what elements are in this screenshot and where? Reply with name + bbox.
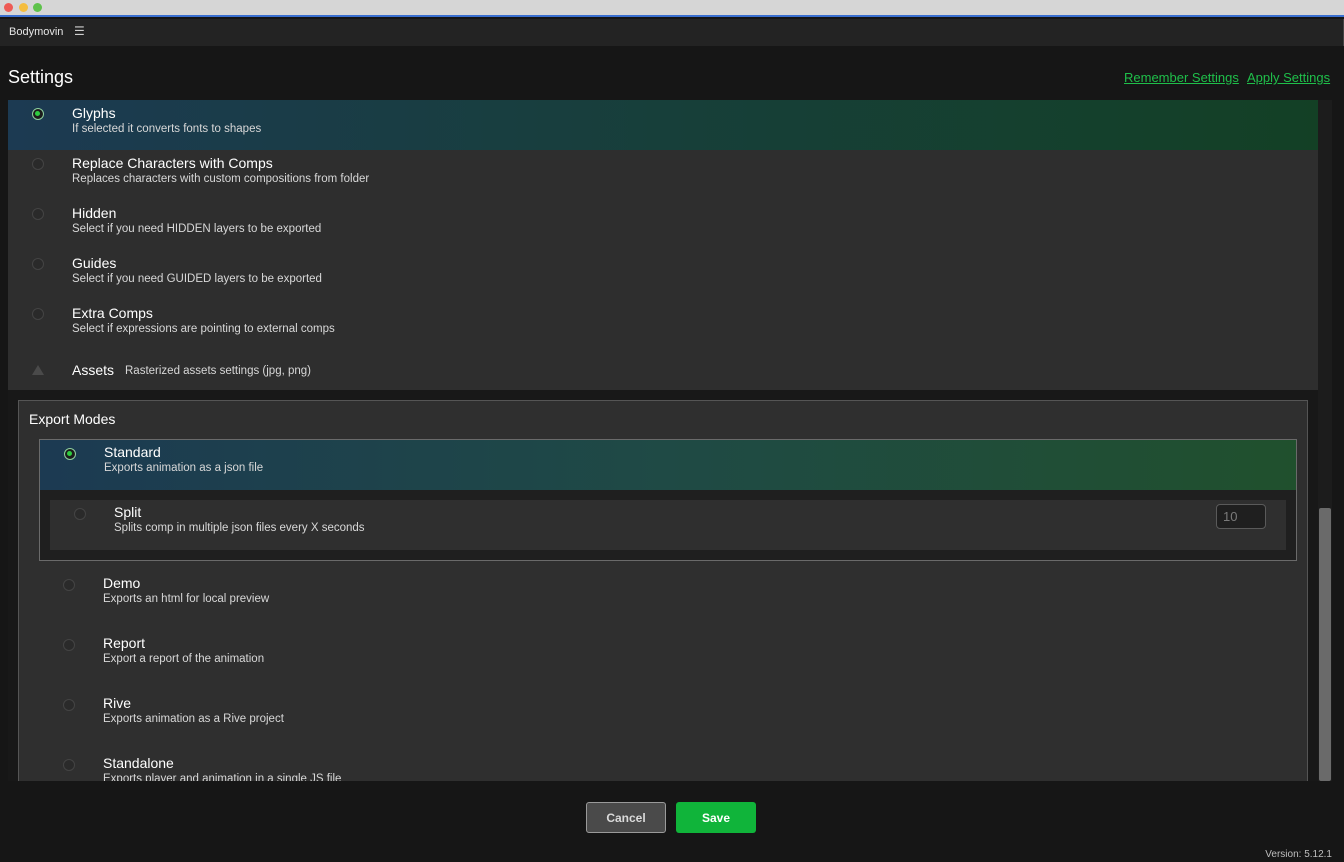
apply-settings-link[interactable]: Apply Settings [1247,70,1330,85]
mode-standard[interactable]: Standard Exports animation as a json fil… [40,440,1296,490]
radio-button[interactable] [63,759,75,771]
mode-standalone[interactable]: Standalone Exports player and animation … [49,751,1289,781]
mode-title: Standard [104,444,161,460]
export-modes-heading: Export Modes [29,411,116,427]
option-description: Replaces characters with custom composit… [72,173,370,185]
option-description: Select if you need GUIDED layers to be e… [72,273,322,285]
option-extra-comps[interactable]: Extra Comps Select if expressions are po… [8,300,1318,350]
mode-title: Demo [103,575,141,591]
assets-section-toggle[interactable]: Assets Rasterized assets settings (jpg, … [8,350,1318,390]
option-description: Select if expressions are pointing to ex… [72,323,335,335]
mode-title: Split [114,504,142,520]
radio-button[interactable] [32,258,44,270]
option-title: Hidden [72,205,117,221]
mode-description: Export a report of the animation [103,653,265,665]
mode-description: Exports animation as a Rive project [103,713,284,725]
mode-description: Exports player and animation in a single… [103,773,342,781]
option-guides[interactable]: Guides Select if you need GUIDED layers … [8,250,1318,300]
mode-description: Exports an html for local preview [103,593,270,605]
radio-button[interactable] [63,699,75,711]
radio-button[interactable] [63,579,75,591]
footer: Cancel Save Version: 5.12.1 [0,781,1344,862]
assets-description: Rasterized assets settings (jpg, png) [125,365,312,377]
scrollbar-thumb[interactable] [1319,508,1331,781]
option-title: Guides [72,255,117,271]
option-hidden[interactable]: Hidden Select if you need HIDDEN layers … [8,200,1318,250]
option-title: Extra Comps [72,305,153,321]
mode-title: Rive [103,695,132,711]
option-glyphs[interactable]: Glyphs If selected it converts fonts to … [8,100,1318,150]
radio-button[interactable] [64,448,76,460]
assets-title: Assets [72,362,115,378]
cancel-button[interactable]: Cancel [586,802,666,833]
mode-rive[interactable]: Rive Exports animation as a Rive project [49,691,1289,741]
settings-scroll-area[interactable]: Glyphs If selected it converts fonts to … [8,100,1318,781]
version-label: Version: 5.12.1 [1265,849,1332,860]
export-modes-panel: Export Modes Standard Exports animation … [18,400,1308,781]
option-description: If selected it converts fonts to shapes [72,123,262,135]
mode-title: Standalone [103,755,174,771]
maximize-window-button[interactable] [33,3,42,12]
split-seconds-input[interactable] [1216,504,1266,529]
mode-description: Splits comp in multiple json files every… [114,522,365,534]
option-title: Replace Characters with Comps [72,155,273,171]
radio-button[interactable] [32,158,44,170]
page-title: Settings [8,67,74,87]
standard-mode-group: Standard Exports animation as a json fil… [39,439,1297,561]
option-replace-characters[interactable]: Replace Characters with Comps Replaces c… [8,150,1318,200]
radio-button[interactable] [32,208,44,220]
panel-title: Bodymovin [9,26,64,38]
close-window-button[interactable] [4,3,13,12]
expand-triangle-icon[interactable] [32,365,44,375]
radio-button[interactable] [32,308,44,320]
remember-settings-link[interactable]: Remember Settings [1124,70,1239,85]
option-title: Glyphs [72,105,116,121]
mode-report[interactable]: Report Export a report of the animation [49,631,1289,681]
os-title-bar [0,0,1344,17]
mode-title: Report [103,635,146,651]
radio-button[interactable] [32,108,44,120]
mode-description: Exports animation as a json file [104,462,264,474]
mode-demo[interactable]: Demo Exports an html for local preview [49,571,1289,621]
minimize-window-button[interactable] [19,3,28,12]
hamburger-icon[interactable]: ☰ [74,24,85,38]
panel-header: Bodymovin ☰ [0,19,1344,46]
save-button[interactable]: Save [676,802,756,833]
mode-split[interactable]: Split Splits comp in multiple json files… [50,500,1286,550]
radio-button[interactable] [74,508,86,520]
radio-button[interactable] [63,639,75,651]
option-description: Select if you need HIDDEN layers to be e… [72,223,322,235]
